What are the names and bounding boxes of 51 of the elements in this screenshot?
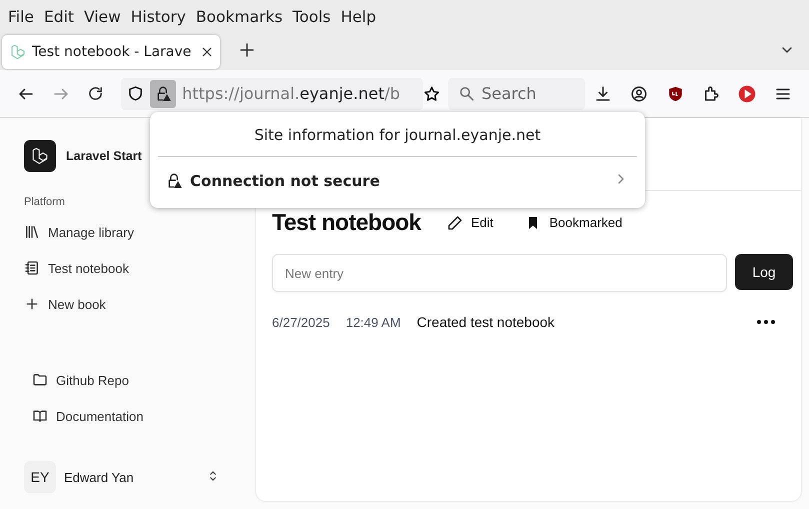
sidebar-link[interactable]: Github Repo bbox=[32, 362, 232, 398]
entry-field[interactable]: New entry bbox=[272, 254, 727, 292]
sidebar-item[interactable]: Test notebook bbox=[24, 250, 232, 286]
tab-title: Test notebook - Larave bbox=[32, 44, 192, 60]
menu-item[interactable]: View bbox=[80, 8, 125, 26]
edit-button[interactable]: Edit bbox=[440, 214, 500, 230]
address-bar[interactable]: https://journal.eyanje.net/b bbox=[121, 78, 423, 110]
notebook-icon bbox=[24, 260, 40, 276]
puzzle-icon bbox=[702, 84, 720, 102]
menu-item[interactable]: Tools bbox=[288, 8, 335, 26]
plus-icon bbox=[238, 41, 256, 59]
shield-icon bbox=[127, 85, 144, 102]
menu-item[interactable]: Help bbox=[336, 8, 380, 26]
close-icon[interactable] bbox=[202, 47, 212, 57]
user-avatar: EY bbox=[24, 461, 56, 493]
account-icon bbox=[630, 84, 648, 102]
lock-warning-icon bbox=[155, 86, 172, 102]
folder-icon bbox=[32, 372, 48, 388]
shield-icon bbox=[666, 84, 684, 102]
url-text: https://journal.eyanje.net/b bbox=[182, 84, 400, 103]
popup-title: Site information for journal.eyanje.net bbox=[158, 112, 637, 157]
search-field[interactable]: Search bbox=[448, 78, 585, 110]
reload-icon bbox=[87, 85, 104, 102]
pencil-icon bbox=[446, 214, 463, 230]
sidebar-link[interactable]: Documentation bbox=[32, 398, 232, 434]
library-icon bbox=[24, 224, 40, 240]
sidebar-item[interactable]: New book bbox=[24, 286, 232, 322]
connection-item[interactable]: Connection not secure bbox=[158, 157, 637, 205]
bookmark-button[interactable]: Bookmarked bbox=[519, 214, 628, 230]
page-title: Test notebook bbox=[272, 209, 421, 236]
book-icon bbox=[32, 408, 48, 424]
user-menu[interactable]: EY Edward Yan bbox=[24, 461, 232, 493]
plus-icon bbox=[24, 296, 40, 312]
menu-item[interactable]: Edit bbox=[40, 8, 78, 26]
search-icon bbox=[458, 85, 476, 102]
menu-item[interactable]: File bbox=[4, 8, 38, 26]
browser-tab[interactable]: Test notebook - Larave bbox=[2, 35, 220, 69]
play-icon bbox=[738, 84, 756, 102]
download-icon bbox=[594, 84, 612, 102]
lock-warning-button[interactable] bbox=[150, 80, 176, 108]
section-label: Platform bbox=[24, 196, 66, 208]
lock-warning-icon bbox=[166, 173, 182, 189]
log-button[interactable]: Log bbox=[735, 254, 793, 290]
star-icon bbox=[422, 84, 440, 102]
sidebar-item[interactable]: Manage library bbox=[24, 214, 232, 250]
menu-item[interactable]: History bbox=[126, 8, 190, 26]
menu-item[interactable]: Bookmarks bbox=[192, 8, 287, 26]
entry-time: 12:49 AM bbox=[346, 314, 401, 330]
entry-text: Created test notebook bbox=[416, 314, 555, 330]
entry-date: 6/27/2025 bbox=[272, 314, 330, 330]
app-name: Laravel Start bbox=[66, 149, 142, 163]
